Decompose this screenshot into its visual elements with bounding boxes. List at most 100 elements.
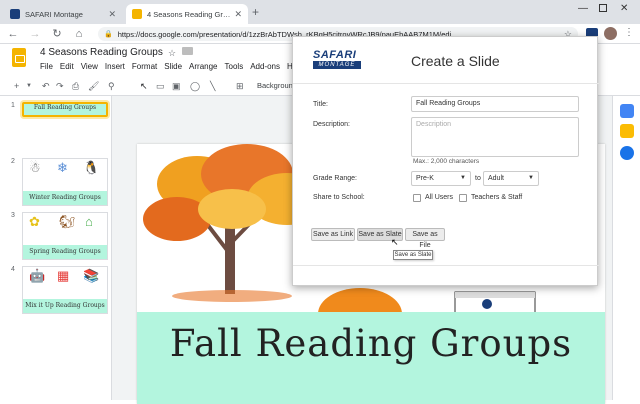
profile-avatar[interactable] — [604, 27, 617, 40]
menu-insert[interactable]: Insert — [105, 62, 125, 71]
share-label: Share to School: — [313, 194, 365, 201]
dialog-title: Create a Slide — [411, 53, 500, 69]
logo-text-top: SAFARI — [313, 49, 357, 61]
menu-bar: File Edit View Insert Format Slide Arran… — [40, 62, 293, 71]
calendar-icon[interactable] — [620, 104, 634, 118]
slides-logo[interactable] — [12, 48, 26, 67]
books-owl-image[interactable] — [447, 284, 537, 314]
grade-to-word: to — [475, 175, 481, 182]
thumb-label: Mix it Up Reading Groups — [23, 299, 107, 313]
comment-icon[interactable]: ⊞ — [236, 80, 244, 92]
tab-slides-active[interactable]: 4 Seasons Reading Groups - Goo ✕ — [126, 4, 248, 24]
undo-icon[interactable]: ↶ — [42, 80, 50, 92]
teachers-staff-checkbox[interactable] — [459, 194, 467, 202]
slide-number: 2 — [11, 158, 15, 165]
tasks-icon[interactable] — [620, 146, 634, 160]
forward-icon[interactable]: → — [28, 27, 42, 41]
slide-thumbnail-2[interactable]: ☃ ❄ 🐧 Winter Reading Groups — [22, 158, 108, 206]
close-icon[interactable]: ✕ — [234, 9, 242, 20]
pumpkin-image[interactable] — [315, 284, 405, 314]
menu-arrange[interactable]: Arrange — [189, 62, 217, 71]
reload-icon[interactable]: ↻ — [50, 27, 64, 41]
slide-title-text[interactable]: Fall Reading Groups — [137, 322, 605, 365]
menu-file[interactable]: File — [40, 62, 53, 71]
thumb-label: Spring Reading Groups — [23, 245, 107, 259]
close-window-icon[interactable]: ✕ — [620, 3, 628, 14]
save-as-file-button[interactable]: Save as File — [405, 228, 445, 249]
penguin-icon: 🐧 — [83, 160, 100, 175]
menu-tools[interactable]: Tools — [225, 62, 244, 71]
slide-thumbnail-1[interactable]: 🌳 ● 🦉 Fall Reading Groups — [22, 102, 108, 117]
title-label: Title: — [313, 101, 328, 108]
redo-icon[interactable]: ↷ — [56, 80, 64, 92]
save-as-link-button[interactable]: Save as Link — [311, 228, 355, 241]
filmstrip: 1 🌳 ● 🦉 Fall Reading Groups 2 ☃ ❄ 🐧 Wint… — [0, 96, 112, 400]
divider — [293, 83, 599, 84]
grade-to-value: Adult — [488, 175, 504, 182]
grade-range-label: Grade Range: — [313, 175, 357, 182]
divider — [293, 265, 599, 266]
lock-icon: 🔒 — [104, 31, 113, 38]
browser-tab-strip: SAFARI Montage ✕ 4 Seasons Reading Group… — [0, 0, 640, 24]
close-icon[interactable]: ✕ — [108, 9, 116, 20]
shape-icon[interactable]: ◯ — [190, 80, 200, 92]
new-tab-button[interactable]: + — [252, 5, 259, 19]
minimize-icon[interactable]: — — [578, 3, 588, 14]
paint-format-icon[interactable]: 🖌 — [88, 80, 99, 92]
slide-thumbnail-3[interactable]: ✿ 🐿 ⌂ Spring Reading Groups — [22, 212, 108, 260]
books-icon: 📚 — [83, 268, 100, 283]
safari-montage-logo: SAFARI MONTAGE — [313, 49, 365, 71]
folder-icon[interactable] — [182, 47, 193, 55]
title-field[interactable]: Fall Reading Groups — [411, 96, 579, 112]
tab-safari-montage[interactable]: SAFARI Montage ✕ — [4, 4, 122, 24]
slide-number: 1 — [11, 102, 15, 109]
description-label: Description: — [313, 121, 350, 128]
dropdown-icon[interactable]: ▼ — [26, 80, 32, 92]
max-characters-note: Max.: 2,000 characters — [413, 158, 480, 165]
chevron-down-icon: ▼ — [460, 175, 466, 181]
slides-favicon — [132, 9, 142, 19]
keep-icon[interactable] — [620, 124, 634, 138]
menu-format[interactable]: Format — [132, 62, 157, 71]
print-icon[interactable]: ⎙ — [72, 80, 79, 92]
textbox-icon[interactable]: ▭ — [156, 80, 165, 92]
back-icon[interactable]: ← — [6, 27, 20, 41]
grade-from-value: Pre-K — [416, 175, 434, 182]
menu-edit[interactable]: Edit — [60, 62, 74, 71]
menu-addons[interactable]: Add-ons — [250, 62, 280, 71]
grade-to-select[interactable]: Adult ▼ — [483, 171, 539, 186]
image-icon[interactable]: ▣ — [172, 80, 181, 92]
menu-slide[interactable]: Slide — [164, 62, 182, 71]
all-users-checkbox[interactable] — [413, 194, 421, 202]
safari-favicon — [10, 9, 20, 19]
create-slide-dialog: SAFARI MONTAGE Create a Slide Title: Fal… — [292, 36, 599, 286]
thumb-label: Fall Reading Groups — [24, 104, 106, 115]
squirrel-icon: 🐿 — [59, 214, 76, 229]
maximize-icon[interactable] — [599, 4, 607, 12]
abc-blocks-icon: ▦ — [57, 268, 70, 283]
star-icon[interactable]: ☆ — [168, 48, 176, 59]
tooltip: Save as Slate — [393, 250, 433, 260]
thumb-label: Winter Reading Groups — [23, 191, 107, 205]
tab-label: 4 Seasons Reading Groups - Goo — [147, 9, 230, 19]
more-menu-icon[interactable]: ⋮ — [624, 27, 634, 38]
tab-label: SAFARI Montage — [25, 9, 83, 19]
side-panel — [612, 96, 640, 400]
teachers-staff-label: Teachers & Staff — [471, 194, 523, 201]
slide-number: 3 — [11, 212, 15, 219]
snowman-icon: ☃ — [29, 160, 41, 175]
all-users-label: All Users — [425, 194, 454, 201]
grade-from-select[interactable]: Pre-K ▼ — [411, 171, 471, 186]
menu-view[interactable]: View — [81, 62, 98, 71]
home-icon[interactable]: ⌂ — [72, 27, 86, 41]
slide-thumbnail-4[interactable]: 🤖 ▦ 📚 Mix it Up Reading Groups — [22, 266, 108, 314]
mouse-cursor-icon: ↖ — [391, 237, 399, 247]
flower-icon: ✿ — [29, 214, 40, 229]
new-slide-icon[interactable]: + — [14, 80, 19, 92]
line-icon[interactable]: ╲ — [210, 80, 215, 92]
robot-icon: 🤖 — [29, 268, 46, 283]
select-icon[interactable]: ↖ — [140, 80, 148, 92]
document-title[interactable]: 4 Seasons Reading Groups — [40, 47, 163, 58]
zoom-icon[interactable]: ⚲ — [108, 80, 115, 92]
description-field[interactable]: Description — [411, 117, 579, 157]
